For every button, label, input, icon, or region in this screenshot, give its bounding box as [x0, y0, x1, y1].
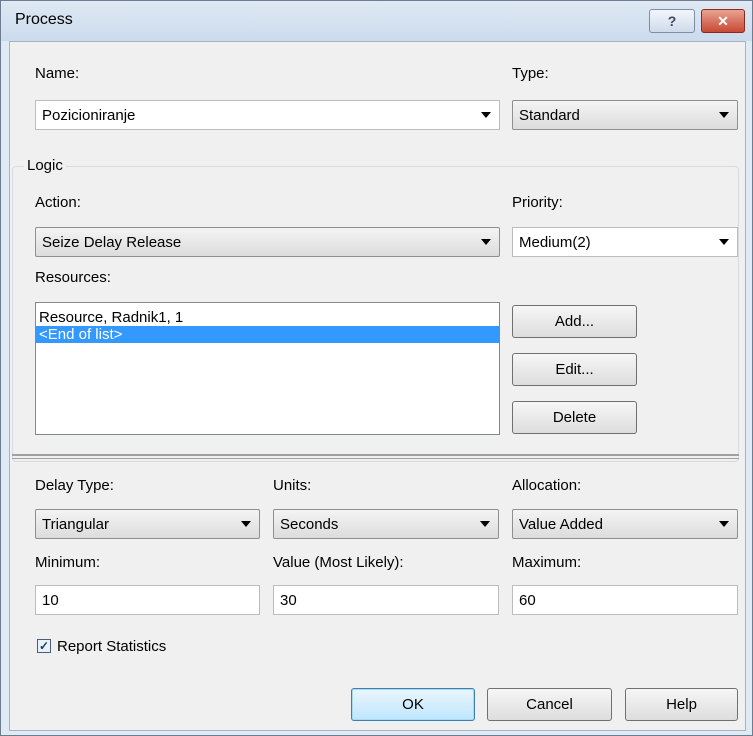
delay-type-combo[interactable]: Triangular: [35, 509, 260, 539]
divider: [12, 454, 739, 456]
maximum-field[interactable]: 60: [512, 585, 738, 615]
maximum-label: Maximum:: [512, 554, 582, 571]
priority-combo[interactable]: Medium(2): [512, 227, 738, 257]
action-value: Seize Delay Release: [42, 234, 182, 251]
type-combo[interactable]: Standard: [512, 100, 738, 130]
most-likely-field[interactable]: 30: [273, 585, 499, 615]
type-label: Type:: [512, 65, 549, 82]
ok-button[interactable]: OK: [351, 688, 475, 721]
delay-type-value: Triangular: [42, 516, 109, 533]
allocation-value: Value Added: [519, 516, 603, 533]
add-button[interactable]: Add...: [512, 305, 637, 338]
minimum-field[interactable]: 10: [35, 585, 260, 615]
list-item[interactable]: Resource, Radnik1, 1: [36, 309, 499, 326]
units-label: Units:: [273, 477, 312, 494]
priority-value: Medium(2): [519, 234, 591, 251]
units-combo[interactable]: Seconds: [273, 509, 499, 539]
name-value: Pozicioniranje: [42, 107, 136, 124]
logic-group-title: Logic: [24, 157, 66, 174]
edit-button[interactable]: Edit...: [512, 353, 637, 386]
chevron-down-icon: [481, 112, 491, 118]
divider: [12, 458, 739, 459]
chevron-down-icon: [481, 239, 491, 245]
chevron-down-icon: [719, 239, 729, 245]
chevron-down-icon: [480, 521, 490, 527]
window-title: Process: [15, 11, 73, 28]
chevron-down-icon: [719, 521, 729, 527]
help-icon[interactable]: ?: [649, 9, 695, 33]
priority-label: Priority:: [512, 194, 563, 211]
most-likely-value: 30: [280, 592, 297, 609]
maximum-value: 60: [519, 592, 536, 609]
units-value: Seconds: [280, 516, 339, 533]
resources-listbox[interactable]: Resource, Radnik1, 1 <End of list>: [35, 302, 500, 435]
delete-button[interactable]: Delete: [512, 401, 637, 434]
report-statistics-checkbox[interactable]: ✓: [37, 639, 51, 653]
report-statistics-label[interactable]: Report Statistics: [57, 638, 166, 655]
action-label: Action:: [35, 194, 81, 211]
cancel-button[interactable]: Cancel: [487, 688, 612, 721]
minimum-value: 10: [42, 592, 59, 609]
most-likely-label: Value (Most Likely):: [273, 554, 404, 571]
name-combo[interactable]: Pozicioniranje: [35, 100, 500, 130]
allocation-combo[interactable]: Value Added: [512, 509, 738, 539]
delay-type-label: Delay Type:: [35, 477, 114, 494]
process-dialog: Process ? ✕ Name: Pozicioniranje Type: S…: [0, 0, 753, 736]
close-icon[interactable]: ✕: [701, 9, 745, 33]
minimum-label: Minimum:: [35, 554, 101, 571]
allocation-label: Allocation:: [512, 477, 582, 494]
name-label: Name:: [35, 65, 80, 82]
list-item[interactable]: <End of list>: [36, 326, 499, 343]
dialog-client-area: Name: Pozicioniranje Type: Standard Logi…: [9, 41, 746, 731]
help-button[interactable]: Help: [625, 688, 738, 721]
action-combo[interactable]: Seize Delay Release: [35, 227, 500, 257]
title-bar: Process ? ✕: [1, 1, 752, 41]
chevron-down-icon: [719, 112, 729, 118]
chevron-down-icon: [241, 521, 251, 527]
resources-label: Resources:: [35, 269, 111, 286]
type-value: Standard: [519, 107, 580, 124]
